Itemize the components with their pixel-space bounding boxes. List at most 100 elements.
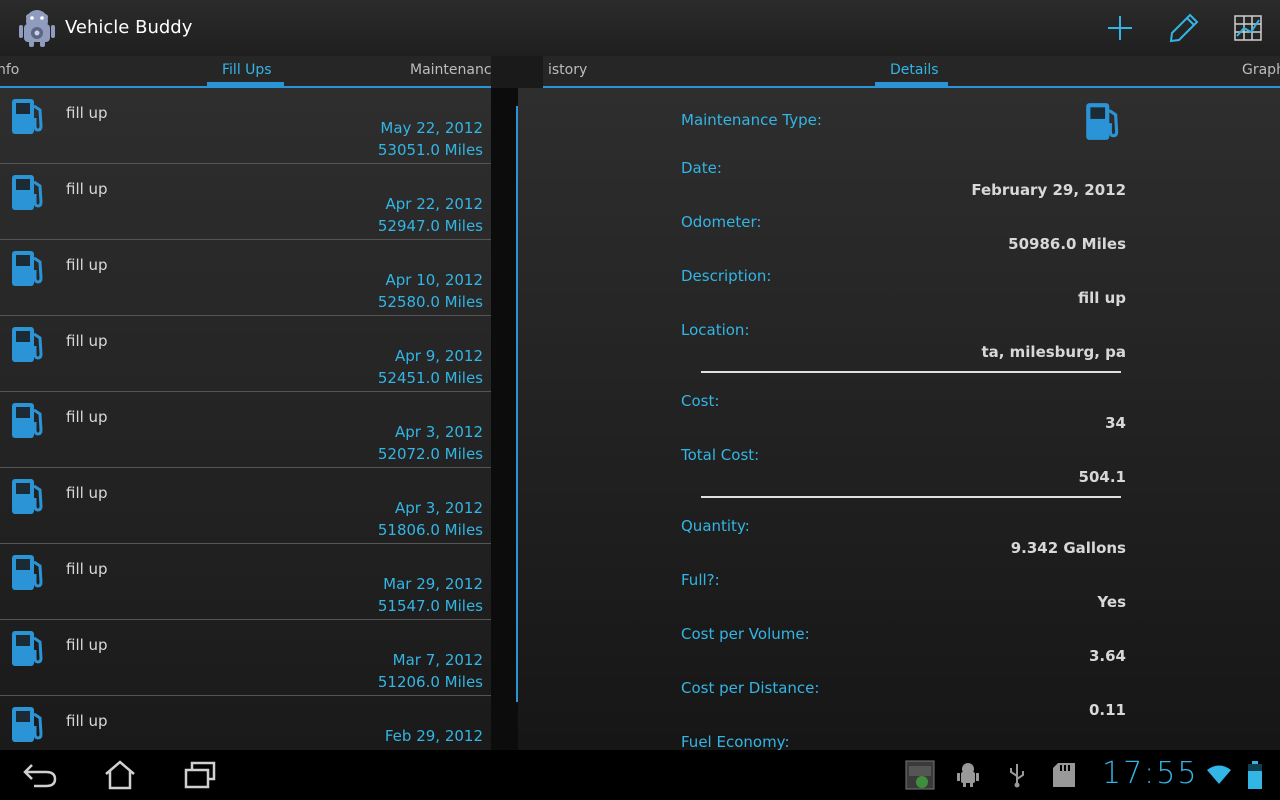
list-item-miles: 52072.0 Miles [377, 445, 483, 463]
status-clock: 17:55 [1102, 756, 1199, 791]
tab-selected-indicator [875, 82, 948, 86]
location-label: Location: [681, 321, 750, 339]
tab-fill-ups[interactable]: Fill Ups [222, 62, 272, 78]
edit-button[interactable] [1164, 10, 1204, 46]
battery-icon [1248, 761, 1262, 789]
list-item-date: Apr 10, 2012 [385, 271, 483, 289]
location-value: ta, milesburg, pa [981, 343, 1126, 361]
home-icon [105, 760, 135, 790]
tab-details[interactable]: Details [890, 62, 939, 78]
list-item-miles: 52947.0 Miles [377, 217, 483, 235]
odometer-label: Odometer: [681, 213, 762, 231]
total-cost-label: Total Cost: [681, 446, 760, 464]
list-item-miles: 51806.0 Miles [377, 521, 483, 539]
app-title: Vehicle Buddy [65, 17, 193, 38]
usb-icon [1010, 764, 1024, 788]
sd-card-icon [1053, 763, 1075, 787]
maintenance-type-label: Maintenance Type: [681, 111, 822, 129]
list-item-title: fill up [66, 256, 108, 274]
graph-grid-button[interactable] [1228, 10, 1268, 46]
cost-per-distance-label: Cost per Distance: [681, 679, 820, 697]
odometer-value: 50986.0 Miles [1008, 235, 1126, 253]
fuel-pump-icon [12, 99, 43, 134]
description-value: fill up [1077, 289, 1126, 307]
list-item[interactable]: fill up Apr 22, 2012 52947.0 Miles [0, 164, 491, 240]
list-item-miles: 52580.0 Miles [377, 293, 483, 311]
cost-per-volume-label: Cost per Volume: [681, 625, 810, 643]
cost-value: 34 [1105, 414, 1126, 432]
fuel-pump-icon [12, 631, 43, 666]
tab-selected-indicator [207, 82, 284, 86]
list-item[interactable]: fill up Mar 7, 2012 51206.0 Miles [0, 620, 491, 696]
list-item-title: fill up [66, 408, 108, 426]
add-button[interactable] [1100, 10, 1140, 46]
list-item[interactable]: fill up Apr 9, 2012 52451.0 Miles [0, 316, 491, 392]
system-nav-bar: 17:55 [0, 750, 1280, 800]
fuel-pump-icon [12, 403, 43, 438]
list-item-title: fill up [66, 180, 108, 198]
section-divider [701, 496, 1121, 498]
pencil-icon [1169, 13, 1199, 43]
list-item-date: May 22, 2012 [380, 119, 483, 137]
fuel-pump-icon [12, 555, 43, 590]
tab-graph[interactable]: Graph [1242, 62, 1280, 78]
list-item-date: Mar 29, 2012 [383, 575, 483, 593]
fuel-pump-icon [12, 251, 43, 286]
fillup-list[interactable]: fill up May 22, 2012 53051.0 Miles fill up A… [0, 88, 491, 750]
date-value: February 29, 2012 [971, 181, 1126, 199]
fuel-pump-icon [12, 327, 43, 362]
tab-history[interactable]: istory [548, 62, 587, 78]
full-label: Full?: [681, 571, 720, 589]
cost-per-distance-value: 0.11 [1088, 701, 1126, 719]
list-item[interactable]: fill up Apr 3, 2012 51806.0 Miles [0, 468, 491, 544]
android-app-icon[interactable] [18, 8, 56, 48]
plus-icon [1108, 16, 1132, 40]
list-item[interactable]: fill up May 22, 2012 53051.0 Miles [0, 88, 491, 164]
cost-per-volume-value: 3.64 [1088, 647, 1126, 665]
list-item[interactable]: fill up Apr 10, 2012 52580.0 Miles [0, 240, 491, 316]
back-arrow-icon [23, 764, 57, 788]
list-item-miles: 53051.0 Miles [377, 141, 483, 159]
full-value: Yes [1097, 593, 1126, 611]
fuel-pump-icon [1086, 103, 1119, 140]
list-item[interactable]: fill up Mar 29, 2012 51547.0 Miles [0, 544, 491, 620]
list-item-title: fill up [66, 104, 108, 122]
action-bar: Vehicle Buddy [0, 0, 1280, 57]
cost-label: Cost: [681, 392, 720, 410]
details-panel: Maintenance Type: Date: February 29, 201… [518, 88, 1280, 750]
list-item-title: fill up [66, 560, 108, 578]
tab-maintenance[interactable]: Maintenanc [410, 62, 491, 78]
date-label: Date: [681, 159, 722, 177]
left-tab-strip: nfo Fill Ups Maintenanc [0, 56, 491, 88]
list-item-date: Apr 3, 2012 [395, 499, 483, 517]
fuel-pump-icon [12, 479, 43, 514]
total-cost-value: 504.1 [1078, 468, 1126, 486]
list-item-miles: 51547.0 Miles [377, 597, 483, 615]
list-item-date: Mar 7, 2012 [392, 651, 483, 669]
list-item-miles: 51206.0 Miles [377, 673, 483, 691]
grid-chart-icon [1234, 15, 1262, 41]
recent-apps-button[interactable] [178, 758, 222, 792]
quantity-label: Quantity: [681, 517, 750, 535]
tab-info[interactable]: nfo [0, 62, 19, 78]
fuel-economy-label: Fuel Economy: [681, 733, 790, 750]
list-item-date: Apr 22, 2012 [385, 195, 483, 213]
screenshot-app-icon[interactable] [905, 760, 935, 790]
list-item-title: fill up [66, 636, 108, 654]
list-item-title: fill up [66, 712, 108, 730]
android-debug-icon [957, 763, 979, 787]
back-button[interactable] [18, 758, 62, 792]
list-item-date: Feb 29, 2012 [384, 727, 483, 745]
list-item[interactable]: fill up Apr 3, 2012 52072.0 Miles [0, 392, 491, 468]
list-item[interactable]: fill upFeb 29, 201250986.0 Miles [0, 696, 491, 750]
fuel-pump-icon [12, 175, 43, 210]
home-button[interactable] [98, 758, 142, 792]
list-item-date: Apr 3, 2012 [395, 423, 483, 441]
list-item-miles: 52451.0 Miles [377, 369, 483, 387]
quantity-value: 9.342 Gallons [1010, 539, 1126, 557]
section-divider [701, 371, 1121, 373]
fuel-pump-icon [12, 707, 43, 742]
list-item-title: fill up [66, 484, 108, 502]
list-item-title: fill up [66, 332, 108, 350]
recent-apps-icon [184, 761, 216, 789]
